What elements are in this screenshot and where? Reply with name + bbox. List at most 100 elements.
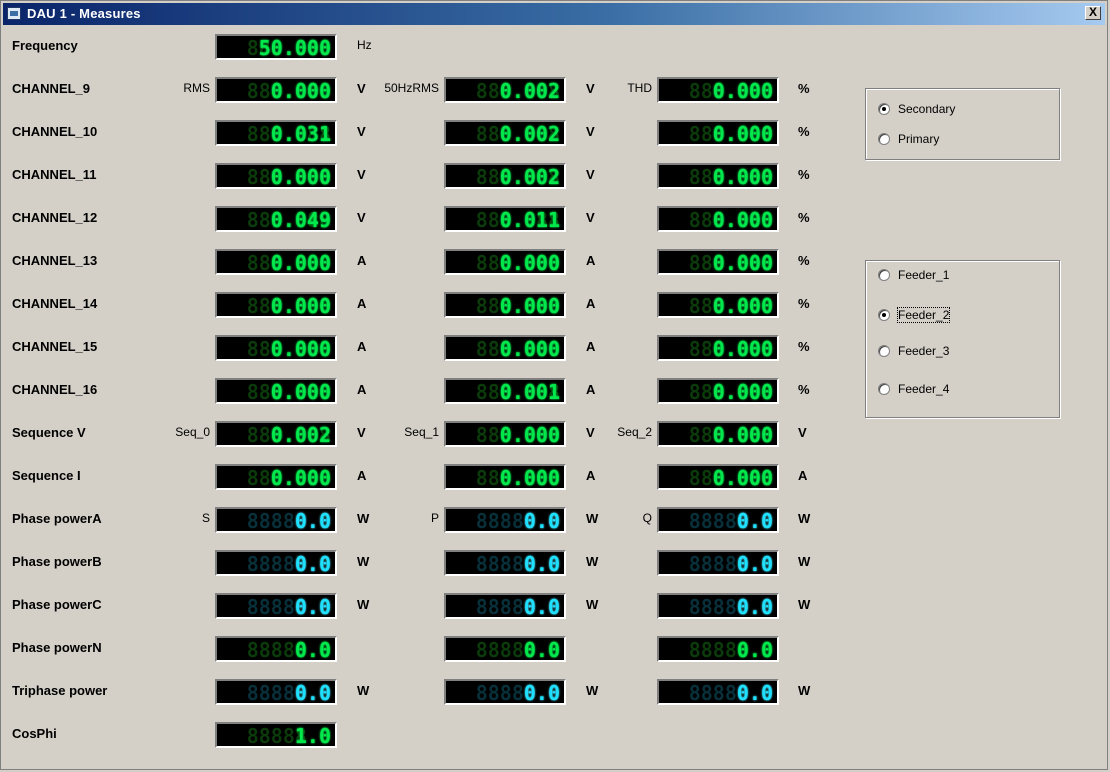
sequence-v-label: Sequence V [12,425,86,440]
frequency-unit: Hz [357,38,372,52]
triphase-power-unit-2: W [798,683,811,698]
radio-label: Feeder_4 [898,382,950,396]
lcd-value: 0.002 [499,122,560,146]
channel-9-rms50-display: 888.888 0.002 [444,77,566,103]
triphase-power-unit-1: W [586,683,599,698]
phase-powerc-unit-2: W [798,597,811,612]
phase-powerc-unit-0: W [357,597,370,612]
lcd-value: 0.0 [294,638,331,662]
phase-powera-display-1: 88888.8 0.0 [444,507,566,533]
phase-powerb-unit-2: W [798,554,811,569]
measures-panel: Frequency 888.888 50.000 Hz CHANNEL_9 RMS 50Hz… [1,25,1109,769]
lcd-value: 0.0 [523,509,560,533]
channel-10-thd-unit: % [798,124,810,139]
lcd-value: 0.002 [499,165,560,189]
lcd-value: 0.0 [294,595,331,619]
channel-12-thd-display: 888.888 0.000 [657,206,779,232]
channel-14-rms-unit: A [357,296,367,311]
radio-circle-icon[interactable] [878,345,890,357]
phase-powerc-unit-1: W [586,597,599,612]
phase-powera-unit-2: W [798,511,811,526]
title-bar[interactable]: DAU 1 - Measures X [3,3,1105,25]
channel-14-rms50-display: 888.888 0.000 [444,292,566,318]
thd-prefix: THD [627,81,652,95]
seq-1-prefix: Seq_1 [404,425,439,439]
channel-12-rms50-display: 888.888 0.011 [444,206,566,232]
lcd-value: 0.000 [712,165,773,189]
cosphi-display: 88888.8 1.0 [215,722,337,748]
seq-2-prefix: Seq_2 [617,425,652,439]
channel-14-thd-unit: % [798,296,810,311]
phase-powerb-unit-1: W [586,554,599,569]
lcd-value: 0.000 [712,337,773,361]
phase-powera-display-2: 88888.8 0.0 [657,507,779,533]
lcd-value: 0.0 [523,552,560,576]
radio-circle-icon[interactable] [878,133,890,145]
channel-10-label: CHANNEL_10 [12,124,98,139]
channel-14-rms-display: 888.888 0.000 [215,292,337,318]
channel-11-rms50-unit: V [586,167,595,182]
phase-powern-display-0: 88888.8 0.0 [215,636,337,662]
channel-15-thd-unit: % [798,339,810,354]
channel-14-rms50-unit: A [586,296,596,311]
measures-window: DAU 1 - Measures X Frequency 888.888 50.00… [0,0,1108,770]
lcd-value: 0.0 [294,552,331,576]
phase-powerc-label: Phase powerC [12,597,102,612]
lcd-value: 0.000 [499,337,560,361]
channel-16-rms50-display: 888.888 0.001 [444,378,566,404]
power-prefix-q: Q [642,511,652,525]
sequence-v-unit-1: V [586,425,595,440]
channel-15-label: CHANNEL_15 [12,339,98,354]
channel-11-thd-display: 888.888 0.000 [657,163,779,189]
channel-16-thd-display: 888.888 0.000 [657,378,779,404]
radio-circle-icon[interactable] [878,103,890,115]
channel-16-label: CHANNEL_16 [12,382,98,397]
radio-circle-icon[interactable] [878,269,890,281]
radio-circle-icon[interactable] [878,383,890,395]
phase-powerb-display-2: 88888.8 0.0 [657,550,779,576]
channel-12-rms-display: 888.888 0.049 [215,206,337,232]
lcd-value: 0.0 [294,509,331,533]
phase-powern-display-1: 88888.8 0.0 [444,636,566,662]
power-prefix-s: S [201,511,210,525]
close-button[interactable]: X [1085,6,1101,20]
lcd-value: 0.000 [712,122,773,146]
channel-16-rms-unit: A [357,382,367,397]
channel-10-rms-display: 888.888 0.031 [215,120,337,146]
lcd-value: 0.001 [499,380,560,404]
lcd-value: 0.000 [270,466,331,490]
channel-15-rms-unit: A [357,339,367,354]
radio-label: Feeder_2 [896,307,951,323]
lcd-value: 0.000 [712,423,773,447]
app-icon [7,7,21,20]
channel-11-rms-display: 888.888 0.000 [215,163,337,189]
lcd-value: 0.000 [270,294,331,318]
channel-13-rms-display: 888.888 0.000 [215,249,337,275]
triphase-power-display-0: 88888.8 0.0 [215,679,337,705]
channel-10-rms-unit: V [357,124,366,139]
lcd-value: 0.0 [736,638,773,662]
channel-12-rms50-unit: V [586,210,595,225]
lcd-value: 0.0 [523,595,560,619]
channel-13-thd-unit: % [798,253,810,268]
channel-11-rms-unit: V [357,167,366,182]
sequence-i-display-1: 888.888 0.000 [444,464,566,490]
channel-9-rms-display: 888.888 0.000 [215,77,337,103]
sequence-v-unit-2: V [798,425,807,440]
phase-powera-unit-1: W [586,511,599,526]
phase-powerb-unit-0: W [357,554,370,569]
channel-16-rms50-unit: A [586,382,596,397]
sequence-i-unit-0: A [357,468,367,483]
lcd-value: 0.000 [270,337,331,361]
lcd-value: 0.0 [736,509,773,533]
channel-15-rms50-unit: A [586,339,596,354]
phase-powern-display-2: 88888.8 0.0 [657,636,779,662]
lcd-value: 0.0 [294,681,331,705]
channel-13-rms50-unit: A [586,253,596,268]
lcd-value: 0.000 [270,251,331,275]
value-mode-group: Secondary Primary [865,88,1060,160]
lcd-value: 0.000 [712,466,773,490]
phase-powerc-display-1: 88888.8 0.0 [444,593,566,619]
lcd-value: 0.000 [712,294,773,318]
radio-circle-icon[interactable] [878,309,890,321]
